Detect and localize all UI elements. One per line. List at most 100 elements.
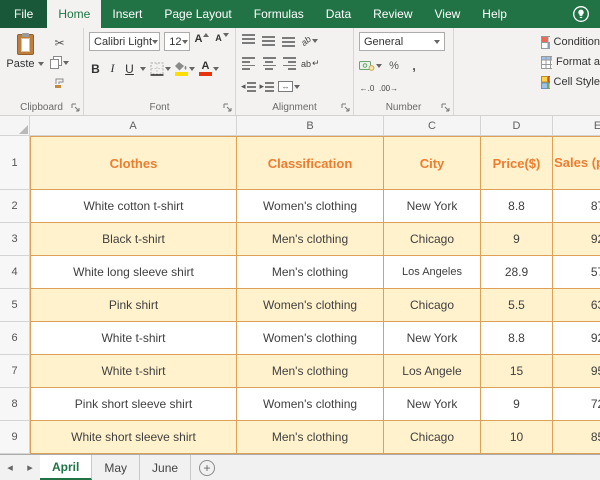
cell[interactable]: New York (384, 322, 481, 355)
cell[interactable]: Clothes (30, 136, 237, 190)
sheet-tab-may[interactable]: May (92, 455, 141, 480)
file-tab[interactable]: File (0, 0, 48, 28)
row-header[interactable]: 8 (0, 388, 30, 421)
cell[interactable]: 10 (481, 421, 553, 454)
sheet-tab-june[interactable]: June (140, 455, 192, 480)
select-all-corner[interactable] (0, 116, 30, 136)
font-size-combo[interactable]: 12 (164, 32, 190, 51)
cell[interactable]: 87 (553, 190, 600, 223)
row-header[interactable]: 6 (0, 322, 30, 355)
column-header-b[interactable]: B (237, 116, 384, 136)
cell[interactable]: Pink shirt (30, 289, 237, 322)
orientation-button[interactable]: ab (299, 32, 319, 49)
cell[interactable]: White cotton t-shirt (30, 190, 237, 223)
cell[interactable]: Men's clothing (237, 223, 384, 256)
wrap-text-button[interactable]: ab ↵ (301, 55, 320, 72)
increase-indent-button[interactable]: ▸ (260, 81, 275, 92)
cell[interactable]: 63 (553, 289, 600, 322)
cell[interactable]: White short sleeve shirt (30, 421, 237, 454)
cell[interactable]: Pink short sleeve shirt (30, 388, 237, 421)
font-dialog-launcher[interactable] (223, 103, 233, 113)
add-sheet-button[interactable]: + (199, 459, 216, 476)
alignment-dialog-launcher[interactable] (341, 103, 351, 113)
decrease-decimal-button[interactable]: .00→ (379, 80, 398, 97)
home-tab[interactable]: Home (47, 0, 102, 28)
cell[interactable]: Men's clothing (237, 421, 384, 454)
align-middle-icon[interactable] (261, 34, 277, 47)
cell[interactable]: City (384, 136, 481, 190)
cell[interactable]: 9 (481, 388, 553, 421)
align-right-icon[interactable] (281, 57, 297, 70)
sheet-nav-left-icon[interactable]: ◂ (0, 455, 20, 480)
review-tab[interactable]: Review (362, 0, 423, 28)
row-header[interactable]: 7 (0, 355, 30, 388)
cell[interactable]: 85 (553, 421, 600, 454)
row-header[interactable]: 3 (0, 223, 30, 256)
cell[interactable]: 5.5 (481, 289, 553, 322)
sheet-nav-right-icon[interactable]: ▸ (20, 455, 40, 480)
shrink-font-button[interactable]: A (214, 33, 230, 50)
cell[interactable]: 72 (553, 388, 600, 421)
cell[interactable]: Los Angele (384, 355, 481, 388)
cell[interactable]: 15 (481, 355, 553, 388)
number-dialog-launcher[interactable] (441, 103, 451, 113)
cell-styles-button[interactable]: Cell Style (541, 72, 600, 92)
fill-color-button[interactable] (175, 60, 195, 77)
cell[interactable]: New York (384, 190, 481, 223)
data-tab[interactable]: Data (315, 0, 362, 28)
underline-dropdown-icon[interactable] (140, 66, 146, 71)
cell[interactable]: Chicago (384, 289, 481, 322)
cell[interactable]: Chicago (384, 421, 481, 454)
view-tab[interactable]: View (424, 0, 472, 28)
bold-button[interactable]: B (89, 60, 102, 77)
cell[interactable]: Chicago (384, 223, 481, 256)
cell[interactable]: 95 (553, 355, 600, 388)
increase-decimal-button[interactable]: ←.0 (359, 80, 375, 97)
comma-style-button[interactable]: , (406, 57, 422, 74)
borders-button[interactable] (150, 60, 171, 77)
cell[interactable]: New York (384, 388, 481, 421)
cell[interactable]: 8.8 (481, 190, 553, 223)
cell[interactable]: 8.8 (481, 322, 553, 355)
cell[interactable]: 57 (553, 256, 600, 289)
align-center-icon[interactable] (261, 57, 277, 70)
cell[interactable]: Price($) (481, 136, 553, 190)
row-header[interactable]: 1 (0, 136, 30, 190)
cell[interactable]: 92 (553, 322, 600, 355)
font-name-combo[interactable]: Calibri Light (89, 32, 161, 51)
column-header-c[interactable]: C (384, 116, 481, 136)
cell[interactable]: Women's clothing (237, 190, 384, 223)
cell[interactable]: 92 (553, 223, 600, 256)
cut-button[interactable]: ✂ (50, 34, 69, 51)
cell[interactable]: White t-shirt (30, 355, 237, 388)
percent-style-button[interactable]: % (386, 57, 402, 74)
cell[interactable]: 28.9 (481, 256, 553, 289)
paste-button[interactable]: Paste (5, 32, 45, 91)
conditional-formatting-button[interactable]: Condition (541, 32, 600, 52)
cell[interactable]: Women's clothing (237, 289, 384, 322)
cell[interactable]: Women's clothing (237, 388, 384, 421)
cell[interactable]: Men's clothing (237, 256, 384, 289)
format-painter-button[interactable] (50, 74, 69, 91)
row-header[interactable]: 5 (0, 289, 30, 322)
formulas-tab[interactable]: Formulas (243, 0, 315, 28)
cell[interactable]: Men's clothing (237, 355, 384, 388)
font-color-button[interactable]: A (199, 60, 219, 77)
number-format-combo[interactable]: General (359, 32, 445, 51)
italic-button[interactable]: I (106, 60, 119, 77)
row-header[interactable]: 2 (0, 190, 30, 223)
help-tab[interactable]: Help (471, 0, 518, 28)
cell[interactable]: 9 (481, 223, 553, 256)
insert-tab[interactable]: Insert (101, 0, 153, 28)
align-bottom-icon[interactable] (281, 34, 297, 47)
cell[interactable]: White long sleeve shirt (30, 256, 237, 289)
column-header-d[interactable]: D (481, 116, 553, 136)
cell[interactable]: Black t-shirt (30, 223, 237, 256)
cell[interactable]: Women's clothing (237, 322, 384, 355)
copy-button[interactable] (50, 54, 69, 71)
merge-center-button[interactable]: ↔ (278, 78, 301, 95)
underline-button[interactable]: U (123, 60, 136, 77)
page-layout-tab[interactable]: Page Layout (153, 0, 242, 28)
clipboard-dialog-launcher[interactable] (71, 103, 81, 113)
align-left-icon[interactable] (241, 57, 257, 70)
